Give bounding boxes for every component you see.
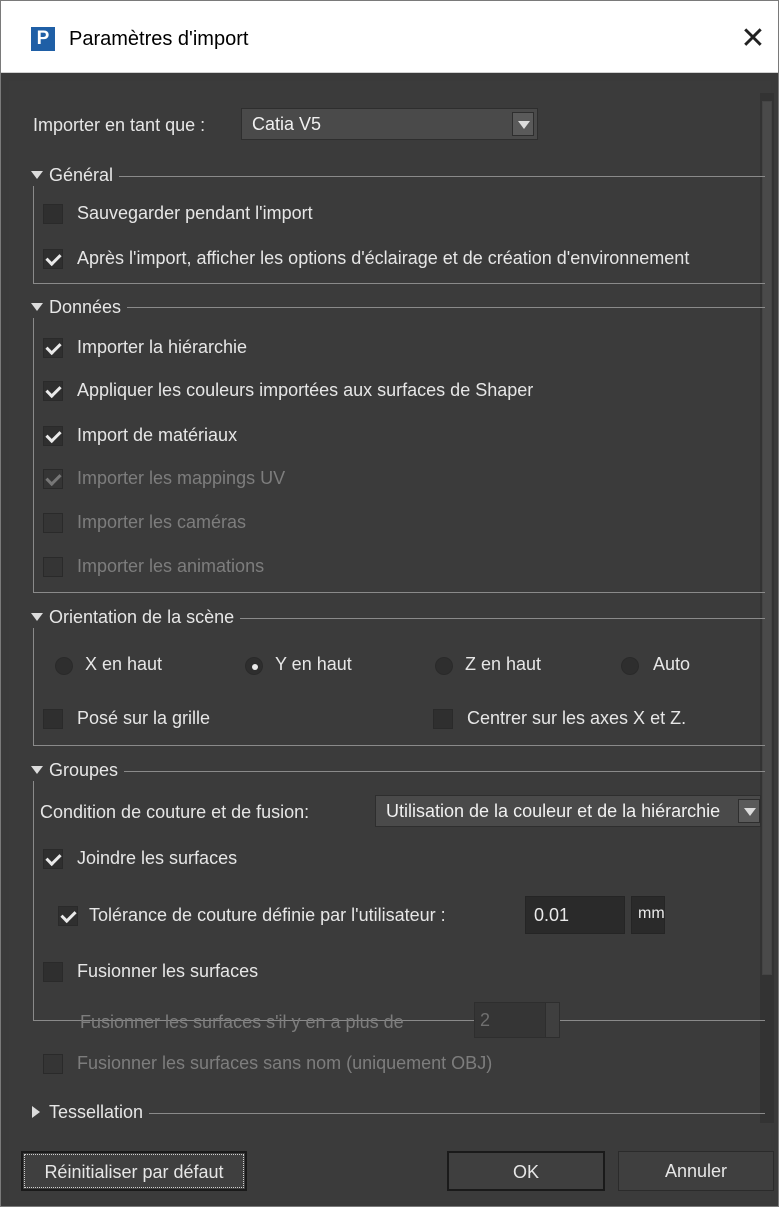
tolerance-value: 0.01 bbox=[534, 905, 570, 925]
tessellation-section-header[interactable]: Tessellation bbox=[27, 1102, 150, 1123]
expand-triangle-icon bbox=[31, 766, 43, 774]
y-up-radio[interactable] bbox=[245, 657, 263, 675]
dialog-title: Paramètres d'import bbox=[69, 28, 249, 50]
apply-colors-label: Appliquer les couleurs importées aux sur… bbox=[77, 380, 534, 400]
chevron-down-icon[interactable] bbox=[512, 112, 534, 136]
general-section-title: Général bbox=[49, 165, 114, 185]
center-axes-label: Centrer sur les axes X et Z. bbox=[467, 708, 687, 728]
join-surfaces-checkbox[interactable] bbox=[43, 849, 63, 869]
save-during-import-label: Sauvegarder pendant l'import bbox=[77, 203, 313, 223]
expand-triangle-icon bbox=[31, 303, 43, 311]
merge-count-value: 2 bbox=[480, 1010, 491, 1030]
data-section-header[interactable]: Données bbox=[27, 297, 128, 318]
import-cameras-checkbox[interactable] bbox=[43, 513, 63, 533]
x-up-radio[interactable] bbox=[55, 657, 73, 675]
import-animations-checkbox[interactable] bbox=[43, 557, 63, 577]
x-up-label: X en haut bbox=[85, 654, 163, 674]
import-as-label: Importer en tant que : bbox=[33, 115, 206, 135]
save-during-import-checkbox[interactable] bbox=[43, 204, 63, 224]
import-as-select[interactable]: Catia V5 bbox=[241, 108, 538, 140]
groups-section-divider bbox=[33, 771, 765, 772]
import-materials-checkbox[interactable] bbox=[43, 426, 63, 446]
import-uv-label: Importer les mappings UV bbox=[77, 468, 286, 488]
merge-unnamed-checkbox[interactable] bbox=[43, 1054, 63, 1074]
merge-if-more-label: Fusionner les surfaces s'il y en a plus … bbox=[80, 1012, 404, 1032]
cancel-button[interactable]: Annuler bbox=[618, 1151, 774, 1191]
condition-select[interactable]: Utilisation de la couleur et de la hiéra… bbox=[375, 795, 761, 827]
data-section-title: Données bbox=[49, 297, 122, 317]
on-grid-checkbox[interactable] bbox=[43, 709, 63, 729]
import-uv-checkbox[interactable] bbox=[43, 469, 63, 489]
condition-value: Utilisation de la couleur et de la hiéra… bbox=[386, 801, 721, 821]
collapsed-triangle-icon bbox=[32, 1106, 40, 1118]
import-animations-label: Importer les animations bbox=[77, 556, 265, 576]
merge-surfaces-checkbox[interactable] bbox=[43, 962, 63, 982]
tessellation-section-title: Tessellation bbox=[49, 1102, 144, 1122]
import-materials-label: Import de matériaux bbox=[77, 425, 238, 445]
tolerance-unit: mm bbox=[638, 905, 665, 922]
expand-triangle-icon bbox=[31, 613, 43, 621]
title-bar: P Paramètres d'import ✕ bbox=[1, 1, 778, 73]
data-section-divider bbox=[33, 307, 765, 308]
tolerance-checkbox[interactable] bbox=[58, 906, 78, 926]
groups-section-title: Groupes bbox=[49, 760, 119, 780]
auto-radio[interactable] bbox=[621, 657, 639, 675]
import-as-value: Catia V5 bbox=[252, 114, 322, 134]
tolerance-label: Tolérance de couture définie par l'utili… bbox=[89, 905, 446, 925]
merge-surfaces-label: Fusionner les surfaces bbox=[77, 961, 259, 981]
merge-count-spinner[interactable]: 2 bbox=[474, 1002, 560, 1038]
general-section-divider bbox=[33, 176, 765, 177]
spinner-arrows-icon[interactable] bbox=[545, 1003, 559, 1037]
ok-button[interactable]: OK bbox=[447, 1151, 605, 1191]
apply-colors-checkbox[interactable] bbox=[43, 381, 63, 401]
on-grid-label: Posé sur la grille bbox=[77, 708, 211, 728]
z-up-label: Z en haut bbox=[465, 654, 542, 674]
y-up-label: Y en haut bbox=[275, 654, 352, 674]
show-lighting-options-checkbox[interactable] bbox=[43, 249, 63, 269]
show-lighting-options-label: Après l'import, afficher les options d'é… bbox=[77, 248, 690, 268]
orientation-section-header[interactable]: Orientation de la scène bbox=[27, 607, 241, 628]
close-icon[interactable]: ✕ bbox=[733, 19, 773, 59]
auto-label: Auto bbox=[653, 654, 691, 674]
chevron-down-icon[interactable] bbox=[738, 799, 760, 823]
tolerance-unit-field[interactable]: mm bbox=[631, 896, 665, 934]
expand-triangle-icon bbox=[31, 171, 43, 179]
condition-label: Condition de couture et de fusion: bbox=[40, 802, 310, 822]
import-settings-dialog: P Paramètres d'import ✕ Importer en tant… bbox=[0, 0, 779, 1207]
z-up-radio[interactable] bbox=[435, 657, 453, 675]
groups-section-header[interactable]: Groupes bbox=[27, 760, 125, 781]
import-cameras-label: Importer les caméras bbox=[77, 512, 247, 532]
merge-unnamed-label: Fusionner les surfaces sans nom (uniquem… bbox=[77, 1053, 493, 1073]
reset-defaults-button[interactable]: Réinitialiser par défaut bbox=[21, 1151, 247, 1191]
import-hierarchy-label: Importer la hiérarchie bbox=[77, 337, 248, 357]
app-logo-icon: P bbox=[31, 27, 55, 51]
join-surfaces-label: Joindre les surfaces bbox=[77, 848, 238, 868]
general-section-header[interactable]: Général bbox=[27, 165, 120, 186]
orientation-section-title: Orientation de la scène bbox=[49, 607, 235, 627]
tolerance-input[interactable]: 0.01 bbox=[525, 896, 625, 934]
import-hierarchy-checkbox[interactable] bbox=[43, 338, 63, 358]
center-axes-checkbox[interactable] bbox=[433, 709, 453, 729]
